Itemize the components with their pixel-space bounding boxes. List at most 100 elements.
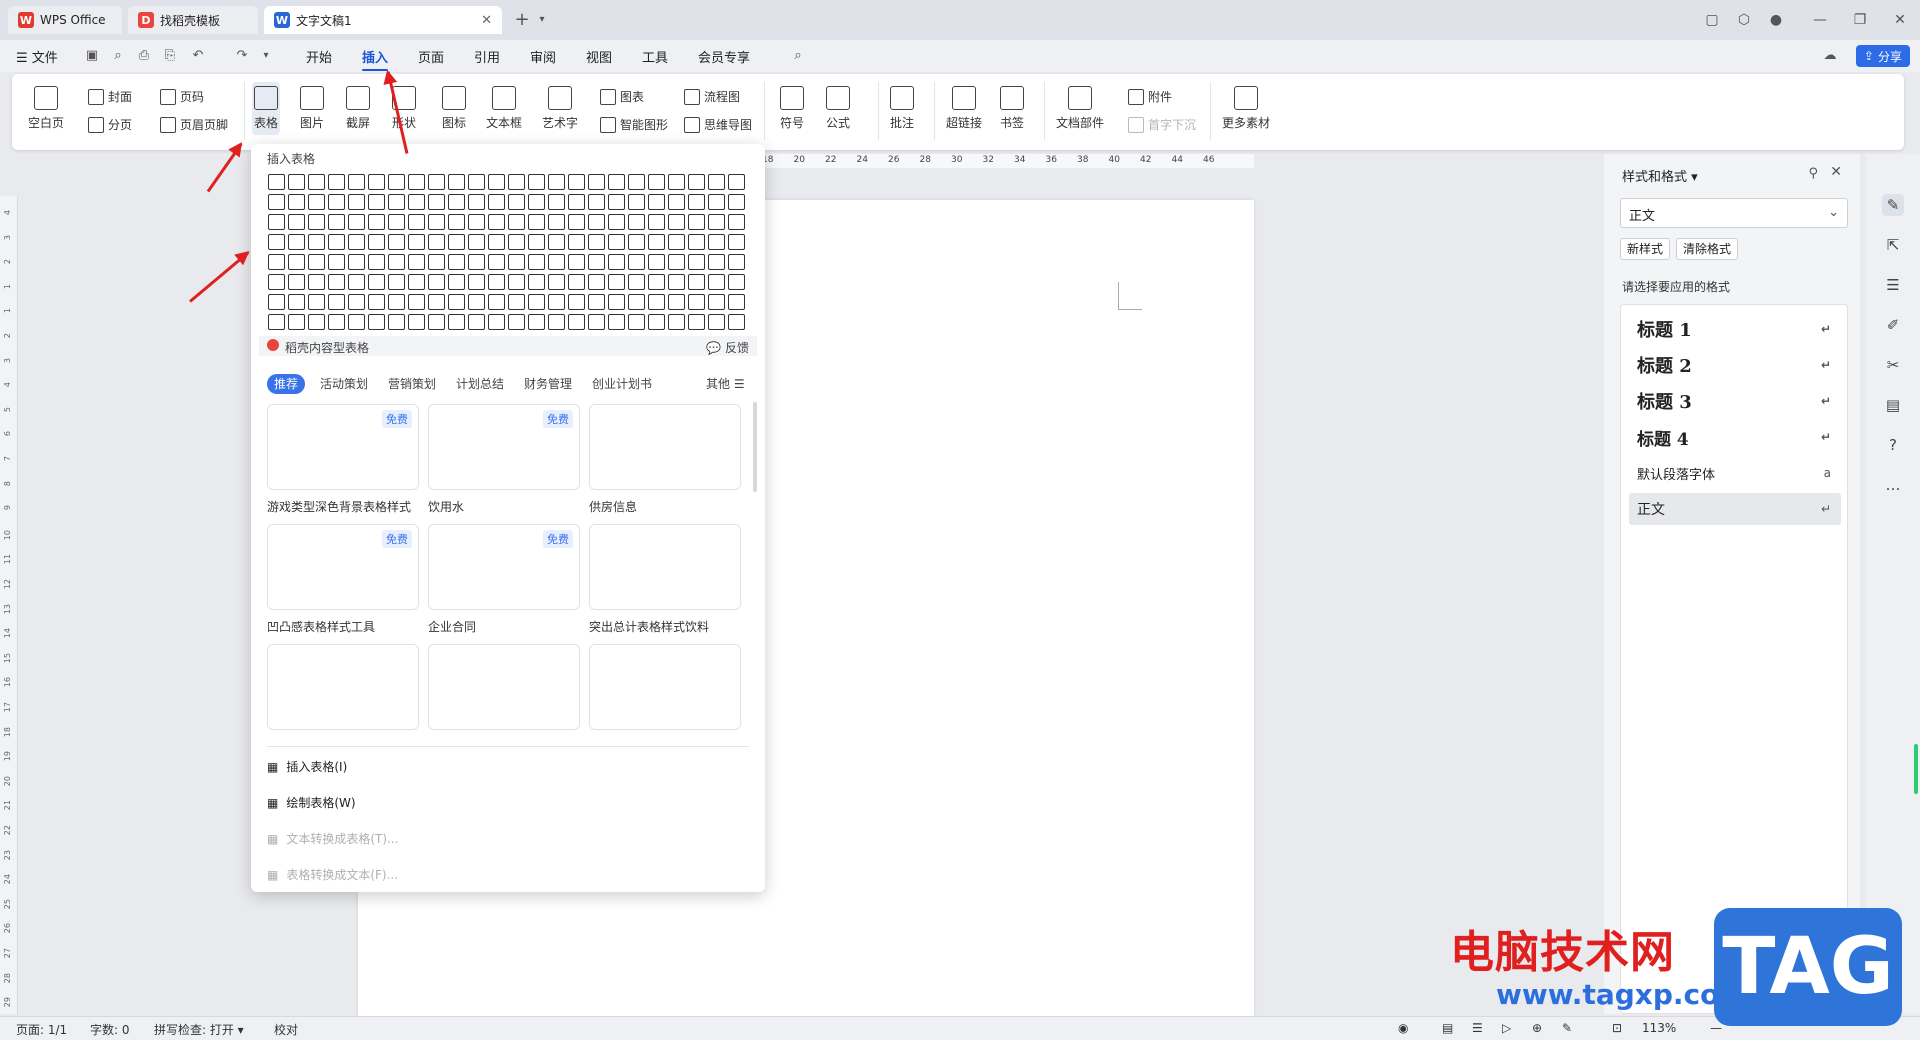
table-grid-cell[interactable]	[548, 174, 565, 190]
table-grid-cell[interactable]	[288, 234, 305, 250]
table-grid-cell[interactable]	[588, 274, 605, 290]
table-grid-cell[interactable]	[428, 174, 445, 190]
table-grid-cell[interactable]	[408, 254, 425, 270]
template-name[interactable]: 企业合同	[428, 618, 476, 635]
table-grid-cell[interactable]	[728, 254, 745, 270]
table-grid-cell[interactable]	[668, 294, 685, 310]
close-icon[interactable]: ✕	[481, 13, 492, 28]
table-grid-cell[interactable]	[728, 274, 745, 290]
style-heading-3[interactable]: 标题 3 ↵	[1629, 385, 1841, 417]
drop-cap-button[interactable]: 首字下沉	[1128, 116, 1196, 133]
table-grid-cell[interactable]	[488, 234, 505, 250]
book-icon[interactable]: ▤	[1882, 394, 1904, 416]
table-grid-cell[interactable]	[388, 314, 405, 330]
undo-icon[interactable]: ↶	[190, 48, 206, 64]
table-to-text-action[interactable]: ▦ 表格转换成文本(F)...	[267, 866, 398, 883]
table-grid-cell[interactable]	[608, 214, 625, 230]
table-grid-cell[interactable]	[468, 314, 485, 330]
category-plan[interactable]: 计划总结	[449, 374, 511, 394]
table-grid-cell[interactable]	[608, 234, 625, 250]
textbox-button[interactable]: 文本框	[486, 86, 522, 131]
table-grid-cell[interactable]	[588, 254, 605, 270]
table-grid-cell[interactable]	[328, 194, 345, 210]
table-grid-cell[interactable]	[548, 274, 565, 290]
table-grid-cell[interactable]	[688, 234, 705, 250]
screenshot-button[interactable]: 截屏	[346, 86, 370, 131]
table-grid-cell[interactable]	[728, 174, 745, 190]
table-button[interactable]: 表格	[252, 82, 281, 135]
table-grid-cell[interactable]	[608, 174, 625, 190]
table-grid-cell[interactable]	[468, 254, 485, 270]
pin-icon[interactable]: ⚲	[1808, 166, 1818, 181]
table-grid-cell[interactable]	[328, 234, 345, 250]
table-grid-cell[interactable]	[448, 314, 465, 330]
table-grid-cell[interactable]	[508, 274, 525, 290]
more-quick-icon[interactable]: ▾	[258, 48, 274, 64]
table-grid-cell[interactable]	[548, 194, 565, 210]
table-grid-cell[interactable]	[728, 234, 745, 250]
table-grid-cell[interactable]	[288, 254, 305, 270]
table-grid-cell[interactable]	[568, 174, 585, 190]
header-footer-button[interactable]: 页眉页脚	[160, 116, 228, 133]
menu-insert[interactable]: 插入	[362, 47, 389, 71]
table-grid-cell[interactable]	[568, 214, 585, 230]
hyperlink-button[interactable]: 超链接	[946, 86, 982, 131]
category-activity[interactable]: 活动策划	[313, 374, 375, 394]
category-other[interactable]: 其他 ☰	[699, 374, 752, 394]
table-grid-cell[interactable]	[628, 274, 645, 290]
menu-review[interactable]: 审阅	[530, 47, 556, 66]
symbol-button[interactable]: 符号	[780, 86, 804, 131]
feedback-link[interactable]: 💬 反馈	[706, 339, 749, 356]
table-grid-cell[interactable]	[708, 274, 725, 290]
table-grid-cell[interactable]	[508, 194, 525, 210]
table-grid-cell[interactable]	[388, 194, 405, 210]
text-to-table-action[interactable]: ▦ 文本转换成表格(T)...	[267, 830, 398, 847]
table-grid-cell[interactable]	[508, 294, 525, 310]
menu-view[interactable]: 视图	[586, 47, 612, 66]
table-grid-cell[interactable]	[688, 194, 705, 210]
template-name[interactable]: 凹凸感表格样式工具	[267, 618, 375, 635]
table-grid-cell[interactable]	[568, 294, 585, 310]
table-grid-cell[interactable]	[508, 314, 525, 330]
table-grid-cell[interactable]	[668, 314, 685, 330]
save-icon[interactable]: ▣	[84, 48, 100, 64]
template-card[interactable]	[589, 644, 741, 730]
table-grid-cell[interactable]	[548, 314, 565, 330]
table-grid-cell[interactable]	[608, 194, 625, 210]
table-grid-cell[interactable]	[528, 194, 545, 210]
table-grid-cell[interactable]	[368, 194, 385, 210]
table-grid-cell[interactable]	[588, 194, 605, 210]
table-grid-cell[interactable]	[648, 294, 665, 310]
table-grid-cell[interactable]	[608, 294, 625, 310]
table-grid-cell[interactable]	[408, 194, 425, 210]
flowchart-button[interactable]: 流程图	[684, 88, 740, 105]
table-grid-cell[interactable]	[348, 314, 365, 330]
spell-check[interactable]: 拼写检查: 打开 ▾	[154, 1021, 244, 1038]
table-grid-cell[interactable]	[408, 294, 425, 310]
table-grid-cell[interactable]	[308, 214, 325, 230]
table-grid-cell[interactable]	[448, 174, 465, 190]
template-card[interactable]	[589, 404, 741, 490]
table-grid-cell[interactable]	[728, 194, 745, 210]
table-grid-cell[interactable]	[628, 174, 645, 190]
table-grid-cell[interactable]	[328, 254, 345, 270]
close-pane-icon[interactable]: ✕	[1830, 164, 1842, 180]
table-grid-cell[interactable]	[348, 174, 365, 190]
table-grid-cell[interactable]	[488, 314, 505, 330]
table-grid-cell[interactable]	[308, 294, 325, 310]
icon-button[interactable]: 图标	[442, 86, 466, 131]
menu-tools[interactable]: 工具	[642, 47, 668, 66]
find-icon[interactable]: ⌕	[110, 48, 126, 64]
restore-icon[interactable]: ❐	[1850, 10, 1870, 30]
formula-button[interactable]: 公式	[826, 86, 850, 131]
table-grid-cell[interactable]	[328, 174, 345, 190]
table-grid-cell[interactable]	[708, 174, 725, 190]
table-grid-cell[interactable]	[388, 254, 405, 270]
page-count[interactable]: 页面: 1/1	[16, 1021, 67, 1038]
table-grid-cell[interactable]	[388, 294, 405, 310]
comment-button[interactable]: 批注	[890, 86, 914, 131]
table-grid-cell[interactable]	[268, 194, 285, 210]
table-grid-cell[interactable]	[468, 214, 485, 230]
table-grid-cell[interactable]	[648, 314, 665, 330]
template-card[interactable]: 免费	[267, 404, 419, 490]
